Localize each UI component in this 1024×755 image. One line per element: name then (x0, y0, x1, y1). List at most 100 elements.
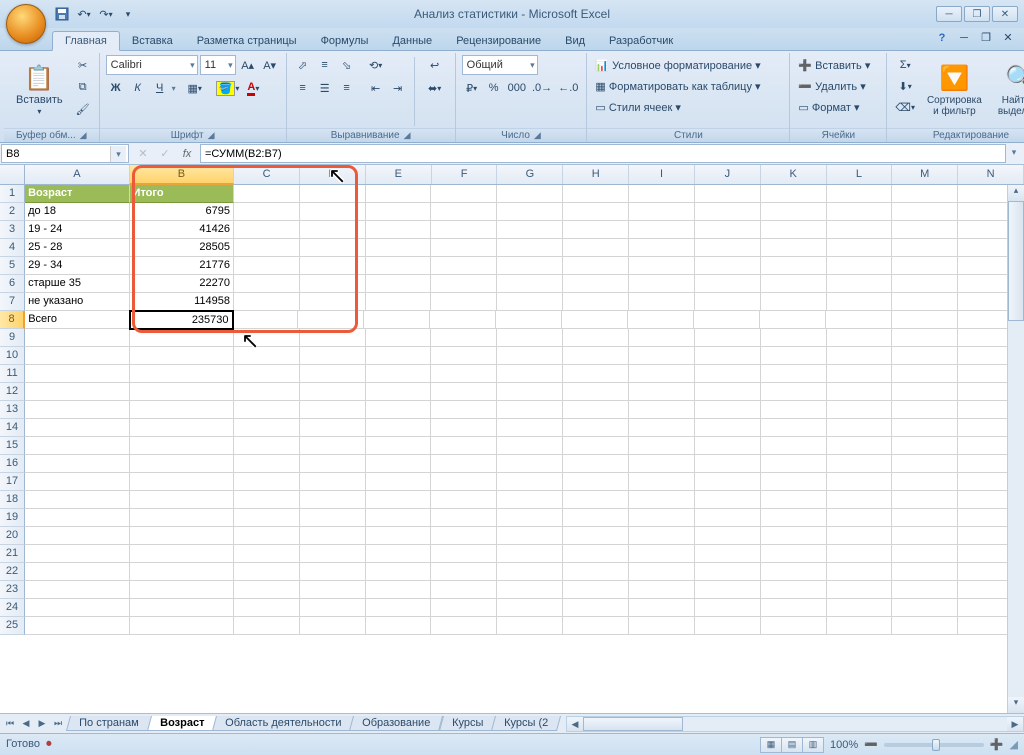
col-header-B[interactable]: B (130, 165, 235, 185)
col-header-C[interactable]: C (234, 165, 300, 184)
cell-J6[interactable] (695, 275, 761, 293)
cell-B5[interactable]: 21776 (130, 257, 234, 275)
percent-icon[interactable]: % (484, 78, 504, 98)
row-header[interactable]: 23 (0, 581, 25, 599)
cell-F22[interactable] (431, 563, 497, 581)
cell-G20[interactable] (497, 527, 563, 545)
cell-L24[interactable] (827, 599, 893, 617)
cell-A1[interactable]: Возраст (25, 185, 129, 203)
cell-M10[interactable] (892, 347, 958, 365)
align-center-icon[interactable]: ☰ (315, 78, 335, 98)
cell-M19[interactable] (892, 509, 958, 527)
cell-G3[interactable] (497, 221, 563, 239)
cell-A10[interactable] (25, 347, 129, 365)
cell-G12[interactable] (497, 383, 563, 401)
cell-K23[interactable] (761, 581, 827, 599)
cell-K16[interactable] (761, 455, 827, 473)
cell-A6[interactable]: старше 35 (25, 275, 129, 293)
cell-F9[interactable] (431, 329, 497, 347)
cell-I19[interactable] (629, 509, 695, 527)
cell-C11[interactable] (234, 365, 300, 383)
resize-grip-icon[interactable]: ◢ (1010, 738, 1018, 751)
col-header-N[interactable]: N (958, 165, 1024, 184)
cell-D7[interactable] (300, 293, 366, 311)
cell-C4[interactable] (234, 239, 300, 257)
close-workbook-icon[interactable]: ✕ (1000, 31, 1016, 44)
row-header[interactable]: 12 (0, 383, 25, 401)
cell-M11[interactable] (892, 365, 958, 383)
cell-G5[interactable] (497, 257, 563, 275)
cell-D5[interactable] (300, 257, 366, 275)
cell-A9[interactable] (25, 329, 129, 347)
cell-I2[interactable] (629, 203, 695, 221)
help-icon[interactable]: ? (934, 32, 950, 44)
cell-I3[interactable] (629, 221, 695, 239)
cell-L16[interactable] (827, 455, 893, 473)
cell-I15[interactable] (629, 437, 695, 455)
cell-D17[interactable] (300, 473, 366, 491)
select-all-corner[interactable] (0, 165, 25, 184)
cell-J11[interactable] (695, 365, 761, 383)
cell-G6[interactable] (497, 275, 563, 293)
cell-L1[interactable] (827, 185, 893, 203)
cell-J5[interactable] (695, 257, 761, 275)
cell-L14[interactable] (827, 419, 893, 437)
cell-A17[interactable] (25, 473, 129, 491)
cell-I11[interactable] (629, 365, 695, 383)
cell-L19[interactable] (827, 509, 893, 527)
font-name-combo[interactable]: Calibri▾ (106, 55, 198, 75)
cell-L15[interactable] (827, 437, 893, 455)
name-box-dropdown-icon[interactable]: ▾ (110, 146, 126, 162)
cell-J18[interactable] (695, 491, 761, 509)
cell-K18[interactable] (761, 491, 827, 509)
cell-E21[interactable] (366, 545, 432, 563)
cell-C15[interactable] (234, 437, 300, 455)
sheet-tab[interactable]: Курсы (439, 716, 496, 731)
fill-icon[interactable]: ⬇▾ (893, 76, 917, 96)
cell-J4[interactable] (695, 239, 761, 257)
cell-D20[interactable] (300, 527, 366, 545)
cell-B2[interactable]: 6795 (130, 203, 234, 221)
cell-M2[interactable] (892, 203, 958, 221)
cell-D19[interactable] (300, 509, 366, 527)
alignment-launcher-icon[interactable]: ◢ (404, 130, 411, 141)
tab-formulas[interactable]: Формулы (309, 32, 381, 50)
cell-L4[interactable] (827, 239, 893, 257)
cell-A3[interactable]: 19 - 24 (25, 221, 129, 239)
cell-C23[interactable] (234, 581, 300, 599)
cell-L23[interactable] (827, 581, 893, 599)
align-right-icon[interactable]: ≡ (337, 78, 357, 98)
col-header-K[interactable]: K (761, 165, 827, 184)
cell-B15[interactable] (130, 437, 234, 455)
qat-customize-icon[interactable]: ▾ (118, 4, 138, 24)
cell-J2[interactable] (695, 203, 761, 221)
row-header[interactable]: 8 (0, 311, 25, 329)
cell-F2[interactable] (431, 203, 497, 221)
cell-D11[interactable] (300, 365, 366, 383)
cell-E2[interactable] (366, 203, 432, 221)
cell-K3[interactable] (761, 221, 827, 239)
cell-L3[interactable] (827, 221, 893, 239)
align-top-icon[interactable]: ⬀ (293, 55, 313, 75)
cell-K11[interactable] (761, 365, 827, 383)
increase-decimal-icon[interactable]: .0→ (530, 78, 554, 98)
office-button[interactable] (6, 4, 46, 44)
cell-J23[interactable] (695, 581, 761, 599)
col-header-J[interactable]: J (695, 165, 761, 184)
clipboard-launcher-icon[interactable]: ◢ (80, 130, 87, 141)
cell-K8[interactable] (760, 311, 826, 329)
cell-E5[interactable] (366, 257, 432, 275)
format-cells-button[interactable]: ▭ Формат ▾ (796, 97, 880, 117)
cell-D13[interactable] (300, 401, 366, 419)
cell-K5[interactable] (761, 257, 827, 275)
col-header-L[interactable]: L (827, 165, 893, 184)
cell-C20[interactable] (234, 527, 300, 545)
cell-I23[interactable] (629, 581, 695, 599)
row-header[interactable]: 22 (0, 563, 25, 581)
cell-B4[interactable]: 28505 (130, 239, 234, 257)
cell-C7[interactable] (234, 293, 300, 311)
cell-I8[interactable] (628, 311, 694, 329)
bold-button[interactable]: Ж (106, 78, 126, 98)
cell-E3[interactable] (366, 221, 432, 239)
vertical-scrollbar[interactable]: ▴ ▾ (1007, 185, 1024, 713)
